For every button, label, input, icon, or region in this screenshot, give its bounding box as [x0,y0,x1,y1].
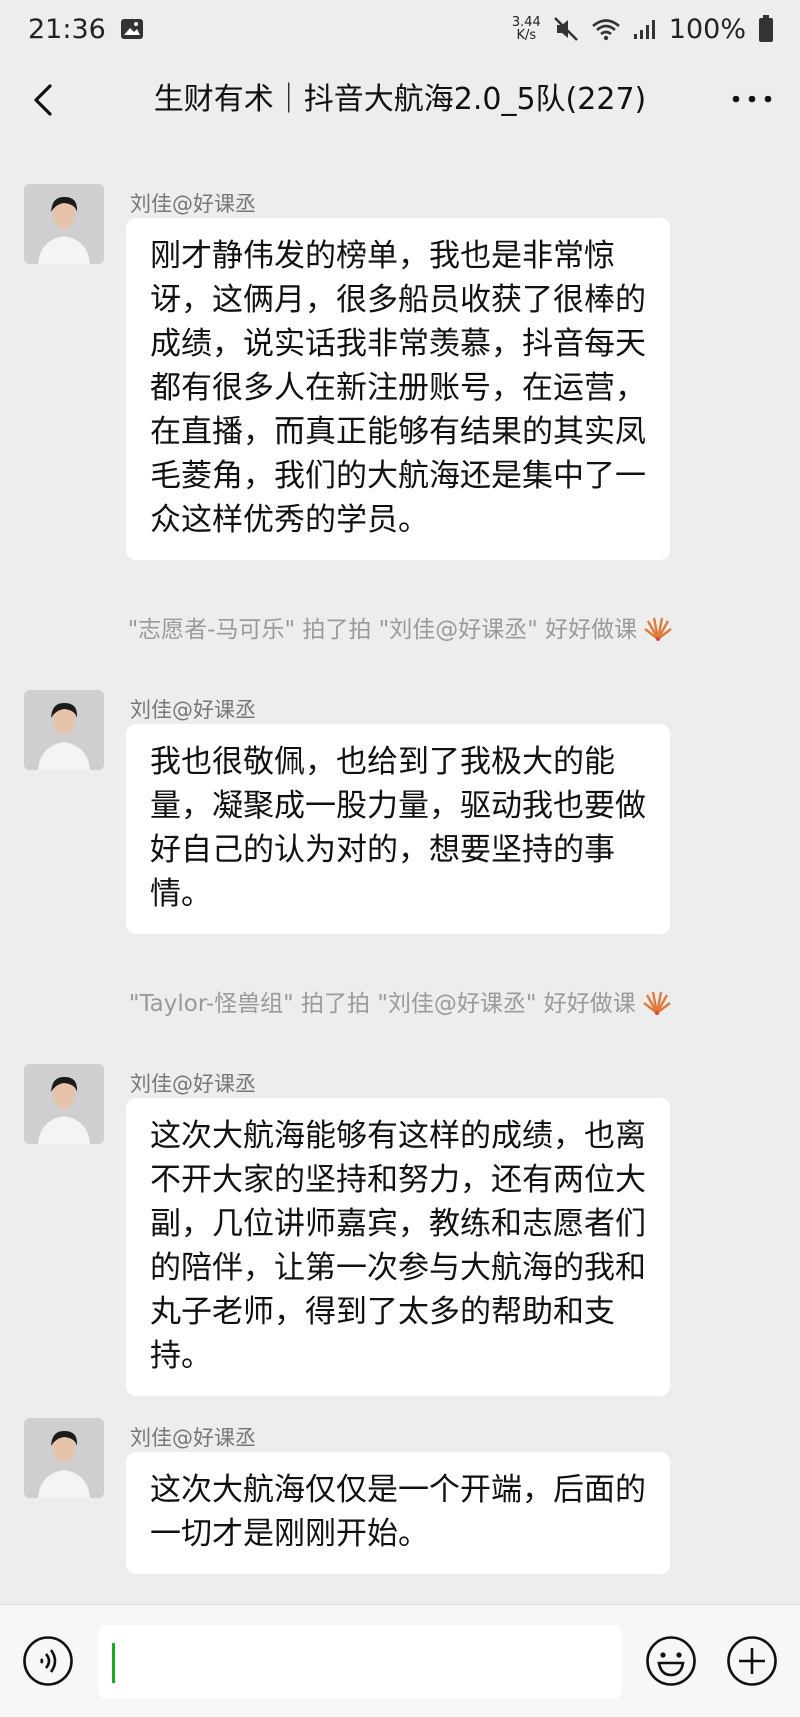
status-time: 21:36 [28,13,106,45]
avatar[interactable] [24,1064,104,1144]
avatar-portrait-icon [24,1418,104,1498]
sender-name: 刘佳@好课丞 [130,698,256,722]
text-cursor [112,1643,115,1683]
firework-icon [644,617,673,641]
sender-name: 刘佳@好课丞 [130,192,256,216]
voice-input-icon[interactable] [22,1635,74,1687]
avatar[interactable] [24,1418,104,1498]
chat-header: 生财有术｜抖音大航海2.0_5队(227) [0,58,800,142]
net-speed: 3.44 K/s [511,15,541,43]
system-notice: "Taylor-怪兽组" 拍了拍 "刘佳@好课丞" 好好做课 [0,984,800,1018]
chat-title: 生财有术｜抖音大航海2.0_5队(227) [153,82,647,117]
more-options-icon[interactable] [730,84,774,114]
back-arrow-icon[interactable] [26,80,66,120]
message-bubble[interactable]: 刚才静伟发的榜单，我也是非常惊讶，这俩月，很多船员收获了很棒的成绩，说实话我非常… [126,218,670,560]
pat-notice-text: "志愿者-马可乐" 拍了拍 "刘佳@好课丞" 好好做课 [127,617,638,643]
avatar[interactable] [24,690,104,770]
avatar-portrait-icon [24,1064,104,1144]
avatar-portrait-icon [24,184,104,264]
battery-icon [759,15,773,42]
signal-icon [633,20,655,39]
mute-icon [553,17,578,41]
firework-icon [643,991,671,1015]
sender-name: 刘佳@好课丞 [130,1072,256,1096]
message-bubble[interactable]: 这次大航海仅仅是一个开端，后面的一切才是刚刚开始。 [126,1452,670,1574]
system-notice: "志愿者-马可乐" 拍了拍 "刘佳@好课丞" 好好做课 [0,610,800,644]
message-bubble[interactable]: 这次大航海能够有这样的成绩，也离不开大家的坚持和努力，还有两位大副，几位讲师嘉宾… [126,1098,670,1396]
wifi-icon [591,19,620,41]
pat-notice-text: "Taylor-怪兽组" 拍了拍 "刘佳@好课丞" 好好做课 [128,991,636,1017]
avatar[interactable] [24,184,104,264]
message-bubble[interactable]: 我也很敬佩，也给到了我极大的能量，凝聚成一股力量，驱动我也要做好自己的认为对的，… [126,724,670,934]
avatar-portrait-icon [24,690,104,770]
image-icon [120,19,143,39]
emoji-icon[interactable] [645,1635,697,1687]
battery-percent: 100% [668,13,746,45]
status-bar: 21:36 3.44 K/s 100% [0,0,800,58]
add-more-icon[interactable] [726,1635,778,1687]
message-input[interactable] [98,1625,622,1699]
input-bar [0,1604,800,1717]
sender-name: 刘佳@好课丞 [130,1426,256,1450]
